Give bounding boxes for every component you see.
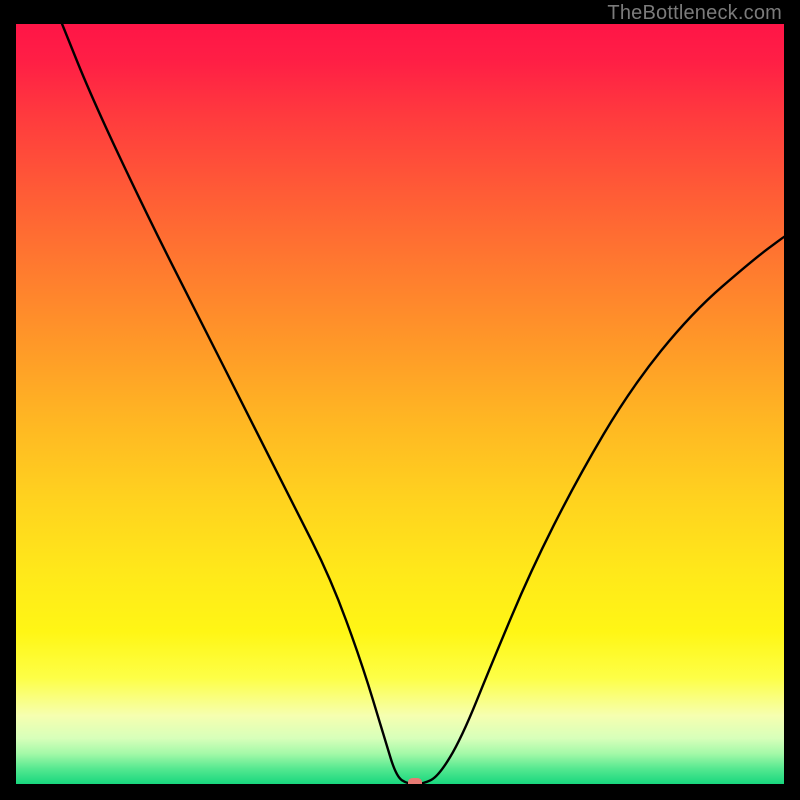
optimal-marker xyxy=(408,778,422,784)
chart-frame: TheBottleneck.com xyxy=(0,0,800,800)
plot-area xyxy=(16,24,784,784)
bottleneck-curve xyxy=(16,24,784,784)
curve-path xyxy=(62,24,784,784)
watermark-text: TheBottleneck.com xyxy=(607,2,782,25)
